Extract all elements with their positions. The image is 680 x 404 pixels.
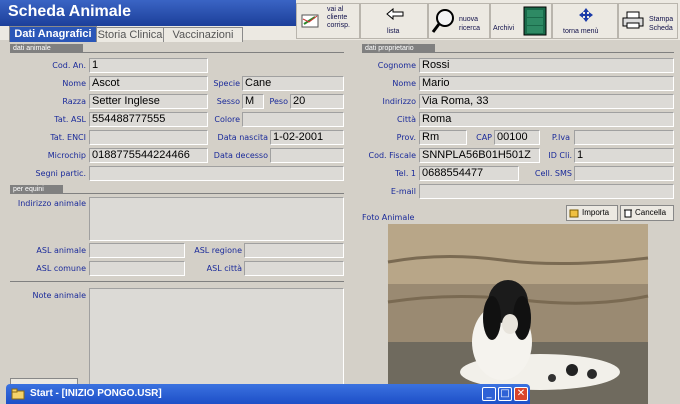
razza-label: Razza — [62, 97, 86, 106]
data-decesso-field[interactable] — [270, 148, 344, 163]
archive-cabinet-icon — [523, 6, 547, 36]
tat-asl-label: Tat. ASL — [54, 115, 86, 124]
peso-field[interactable]: 20 — [290, 94, 344, 109]
page-title: Scheda Animale — [8, 3, 132, 20]
email-label: E-mail — [390, 187, 416, 196]
cod-fiscale-label: Cod. Fiscale — [368, 151, 417, 160]
peso-label: Peso — [269, 97, 288, 106]
segni-partic-label: Segni partic. — [35, 169, 86, 178]
cap-field[interactable]: 00100 — [494, 130, 540, 145]
specie-field[interactable]: Cane — [242, 76, 344, 91]
torna-menu-button[interactable]: torna menù — [552, 3, 618, 39]
archivi-button[interactable]: Archivi — [490, 3, 552, 39]
cell-sms-label: Cell. SMS — [534, 169, 572, 178]
tab-storia-clinica[interactable]: Storia Clinica — [96, 27, 164, 42]
importa-button[interactable]: Importa — [566, 205, 618, 221]
magnifier-icon — [431, 9, 454, 33]
prov-field[interactable]: Rm — [419, 130, 467, 145]
email-field[interactable] — [419, 184, 674, 199]
tel-field[interactable]: 0688554477 — [419, 166, 519, 181]
cap-label: CAP — [476, 133, 492, 142]
printer-icon — [622, 11, 644, 29]
cognome-label: Cognome — [377, 61, 416, 70]
nome-animale-field[interactable]: Ascot — [89, 76, 208, 91]
close-button[interactable]: ✕ — [514, 387, 528, 401]
cod-animale-field[interactable]: 1 — [89, 58, 208, 73]
send-to-client-button[interactable]: vai al cliente corrisp. — [296, 3, 360, 39]
citta-label: Città — [397, 115, 416, 124]
folder-icon — [11, 388, 25, 400]
indirizzo-field[interactable]: Via Roma, 33 — [419, 94, 674, 109]
colore-field[interactable] — [242, 112, 344, 127]
move-cross-icon — [579, 8, 593, 22]
send-mail-icon — [301, 14, 319, 28]
cod-label: Cod. An. — [52, 61, 86, 70]
import-folder-icon — [569, 209, 579, 218]
razza-field[interactable]: Setter Inglese — [89, 94, 208, 109]
colore-label: Colore — [214, 115, 240, 124]
asl-comune-label: ASL comune — [36, 264, 86, 273]
id-cli-field[interactable]: 1 — [574, 148, 674, 163]
data-decesso-label: Data decesso — [213, 151, 268, 160]
asl-regione-field[interactable] — [244, 243, 344, 258]
cognome-field[interactable]: Rossi — [419, 58, 674, 73]
lista-button[interactable]: lista — [360, 3, 428, 39]
sesso-field[interactable]: M — [242, 94, 264, 109]
sesso-label: Sesso — [216, 97, 240, 106]
indirizzo-animale-label: Indirizzo animale — [17, 199, 86, 208]
cod-fiscale-field[interactable]: SNNPLA56B01H501Z — [419, 148, 540, 163]
piva-field[interactable] — [574, 130, 674, 145]
stampa-scheda-button[interactable]: Stampa Scheda — [618, 3, 678, 39]
tel-label: Tel. 1 — [395, 169, 416, 178]
tat-enci-label: Tat. ENCI — [50, 133, 86, 142]
id-cli-label: ID Cli. — [548, 151, 572, 160]
data-nascita-field[interactable]: 1-02-2001 — [270, 130, 344, 145]
section-divider — [362, 52, 674, 53]
tab-vaccinazioni[interactable]: Vaccinazioni — [163, 27, 243, 42]
indirizzo-animale-field[interactable] — [89, 197, 344, 241]
prov-label: Prov. — [396, 133, 416, 142]
asl-citta-field[interactable] — [244, 261, 344, 276]
section-divider — [10, 193, 344, 194]
cell-sms-field[interactable] — [574, 166, 674, 181]
animal-photo-image — [362, 222, 674, 404]
microchip-label: Microchip — [47, 151, 86, 160]
tat-enci-field[interactable] — [89, 130, 208, 145]
specie-label: Specie — [213, 79, 240, 88]
section-divider — [10, 281, 344, 282]
nuova-ricerca-button[interactable]: nuova ricerca — [428, 3, 490, 39]
tat-asl-field[interactable]: 554488777555 — [89, 112, 208, 127]
asl-animale-field[interactable] — [89, 243, 185, 258]
note-animale-label: Note animale — [32, 291, 86, 300]
asl-comune-field[interactable] — [89, 261, 185, 276]
indirizzo-label: Indirizzo — [382, 97, 416, 106]
start-window-titlebar[interactable]: Start - [INIZIO PONGO.USR] _ □ ✕ — [6, 384, 530, 404]
nome-label: Nome — [62, 79, 86, 88]
nome-proprietario-field[interactable]: Mario — [419, 76, 674, 91]
asl-citta-label: ASL città — [206, 264, 242, 273]
minimize-button[interactable]: _ — [482, 387, 496, 401]
citta-field[interactable]: Roma — [419, 112, 674, 127]
asl-regione-label: ASL regione — [194, 246, 242, 255]
data-nascita-label: Data nascita — [217, 133, 268, 142]
section-divider — [10, 52, 344, 53]
note-animale-field[interactable] — [89, 288, 344, 388]
start-window-title: Start - [INIZIO PONGO.USR] — [30, 388, 162, 399]
segni-partic-field[interactable] — [89, 166, 344, 181]
nome-proprietario-label: Nome — [392, 79, 416, 88]
cancella-button[interactable]: Cancella — [620, 205, 674, 221]
maximize-button[interactable]: □ — [498, 387, 512, 401]
back-arrow-icon — [386, 7, 404, 21]
tab-dati-anagrafici[interactable]: Dati Anagrafici — [9, 26, 97, 42]
animal-photo — [362, 222, 674, 404]
trash-icon — [624, 209, 632, 218]
asl-animale-label: ASL animale — [36, 246, 86, 255]
microchip-field[interactable]: 0188775544224466 — [89, 148, 208, 163]
piva-label: P.Iva — [551, 133, 570, 142]
